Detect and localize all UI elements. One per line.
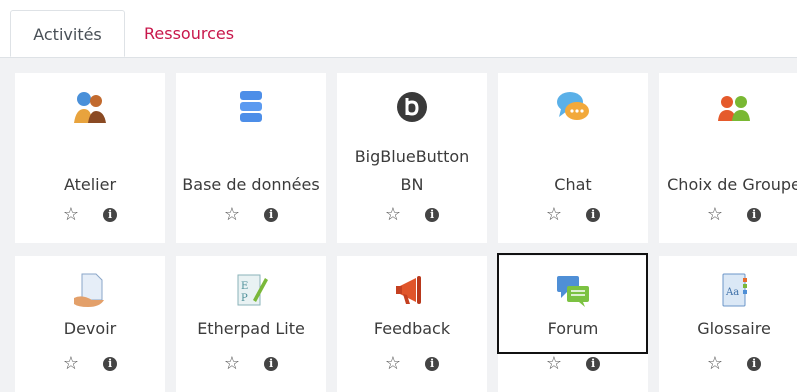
svg-text:E: E (241, 281, 248, 292)
activity-label: Choix de Groupe (667, 175, 797, 194)
activity-chooser-tabs: Activités Ressources (0, 0, 797, 58)
glossary-icon: Aa (714, 270, 754, 310)
etherpad-icon: E P (231, 270, 271, 310)
card-actions: ☆ i (337, 352, 487, 376)
activity-card-devoir[interactable]: Devoir ☆ i (15, 256, 165, 392)
info-icon[interactable]: i (425, 357, 440, 371)
forum-icon (553, 270, 593, 310)
info-icon[interactable]: i (264, 357, 279, 371)
star-icon[interactable]: ☆ (385, 206, 401, 224)
star-icon[interactable]: ☆ (385, 355, 401, 373)
star-icon[interactable]: ☆ (546, 206, 562, 224)
activity-label: Forum (547, 319, 599, 338)
activity-label: Base de données (182, 175, 320, 194)
star-icon[interactable]: ☆ (63, 355, 79, 373)
activity-label: Chat (554, 175, 592, 194)
star-icon[interactable]: ☆ (224, 206, 240, 224)
info-icon[interactable]: i (586, 208, 601, 222)
card-actions: ☆ i (498, 203, 648, 227)
card-actions: ☆ i (15, 352, 165, 376)
info-icon[interactable]: i (103, 357, 118, 371)
activity-card-etherpad-lite[interactable]: E P Etherpad Lite ☆ i (176, 256, 326, 392)
star-icon[interactable]: ☆ (707, 355, 723, 373)
star-icon[interactable]: ☆ (224, 355, 240, 373)
card-actions: ☆ i (176, 352, 326, 376)
activity-card-glossaire[interactable]: Aa Glossaire ☆ i (659, 256, 797, 392)
activity-card-atelier[interactable]: Atelier ☆ i (15, 73, 165, 243)
activity-label: Feedback (373, 319, 451, 338)
activity-label: Etherpad Lite (197, 319, 305, 338)
activity-card-choix-de-groupe[interactable]: Choix de Groupe ☆ i (659, 73, 797, 243)
tab-ressources[interactable]: Ressources (130, 10, 248, 57)
info-icon[interactable]: i (103, 208, 118, 222)
chat-icon (553, 87, 593, 127)
activity-card-chat[interactable]: Chat ☆ i (498, 73, 648, 243)
bigbluebutton-icon (392, 87, 432, 127)
database-icon (231, 87, 271, 127)
star-icon[interactable]: ☆ (707, 206, 723, 224)
activity-label: BigBlueButton BN (354, 147, 470, 194)
info-icon[interactable]: i (425, 208, 440, 222)
star-icon[interactable]: ☆ (546, 355, 562, 373)
assignment-icon (70, 270, 110, 310)
card-actions: ☆ i (176, 203, 326, 227)
card-actions: ☆ i (498, 352, 648, 376)
info-icon[interactable]: i (747, 208, 762, 222)
card-actions: ☆ i (15, 203, 165, 227)
svg-text:P: P (241, 293, 248, 304)
card-actions: ☆ i (659, 352, 797, 376)
star-icon[interactable]: ☆ (63, 206, 79, 224)
card-actions: ☆ i (337, 203, 487, 227)
activity-label: Devoir (63, 319, 117, 338)
activity-card-bigbluebutton[interactable]: BigBlueButton BN ☆ i (337, 73, 487, 243)
info-icon[interactable]: i (747, 357, 762, 371)
megaphone-icon (392, 270, 432, 310)
activity-grid: Atelier ☆ i Base de données ☆ i BigBlueB… (0, 58, 797, 392)
info-icon[interactable]: i (264, 208, 279, 222)
card-actions: ☆ i (659, 203, 797, 227)
info-icon[interactable]: i (586, 357, 601, 371)
workshop-icon (70, 87, 110, 127)
tab-activites[interactable]: Activités (10, 10, 125, 57)
svg-text:Aa: Aa (725, 287, 739, 298)
activity-card-base-de-donnees[interactable]: Base de données ☆ i (176, 73, 326, 243)
activity-card-feedback[interactable]: Feedback ☆ i (337, 256, 487, 392)
activity-label: Glossaire (697, 319, 771, 338)
activity-card-forum[interactable]: Forum ☆ i (498, 256, 648, 392)
group-choice-icon (714, 87, 754, 127)
activity-label: Atelier (63, 175, 117, 194)
